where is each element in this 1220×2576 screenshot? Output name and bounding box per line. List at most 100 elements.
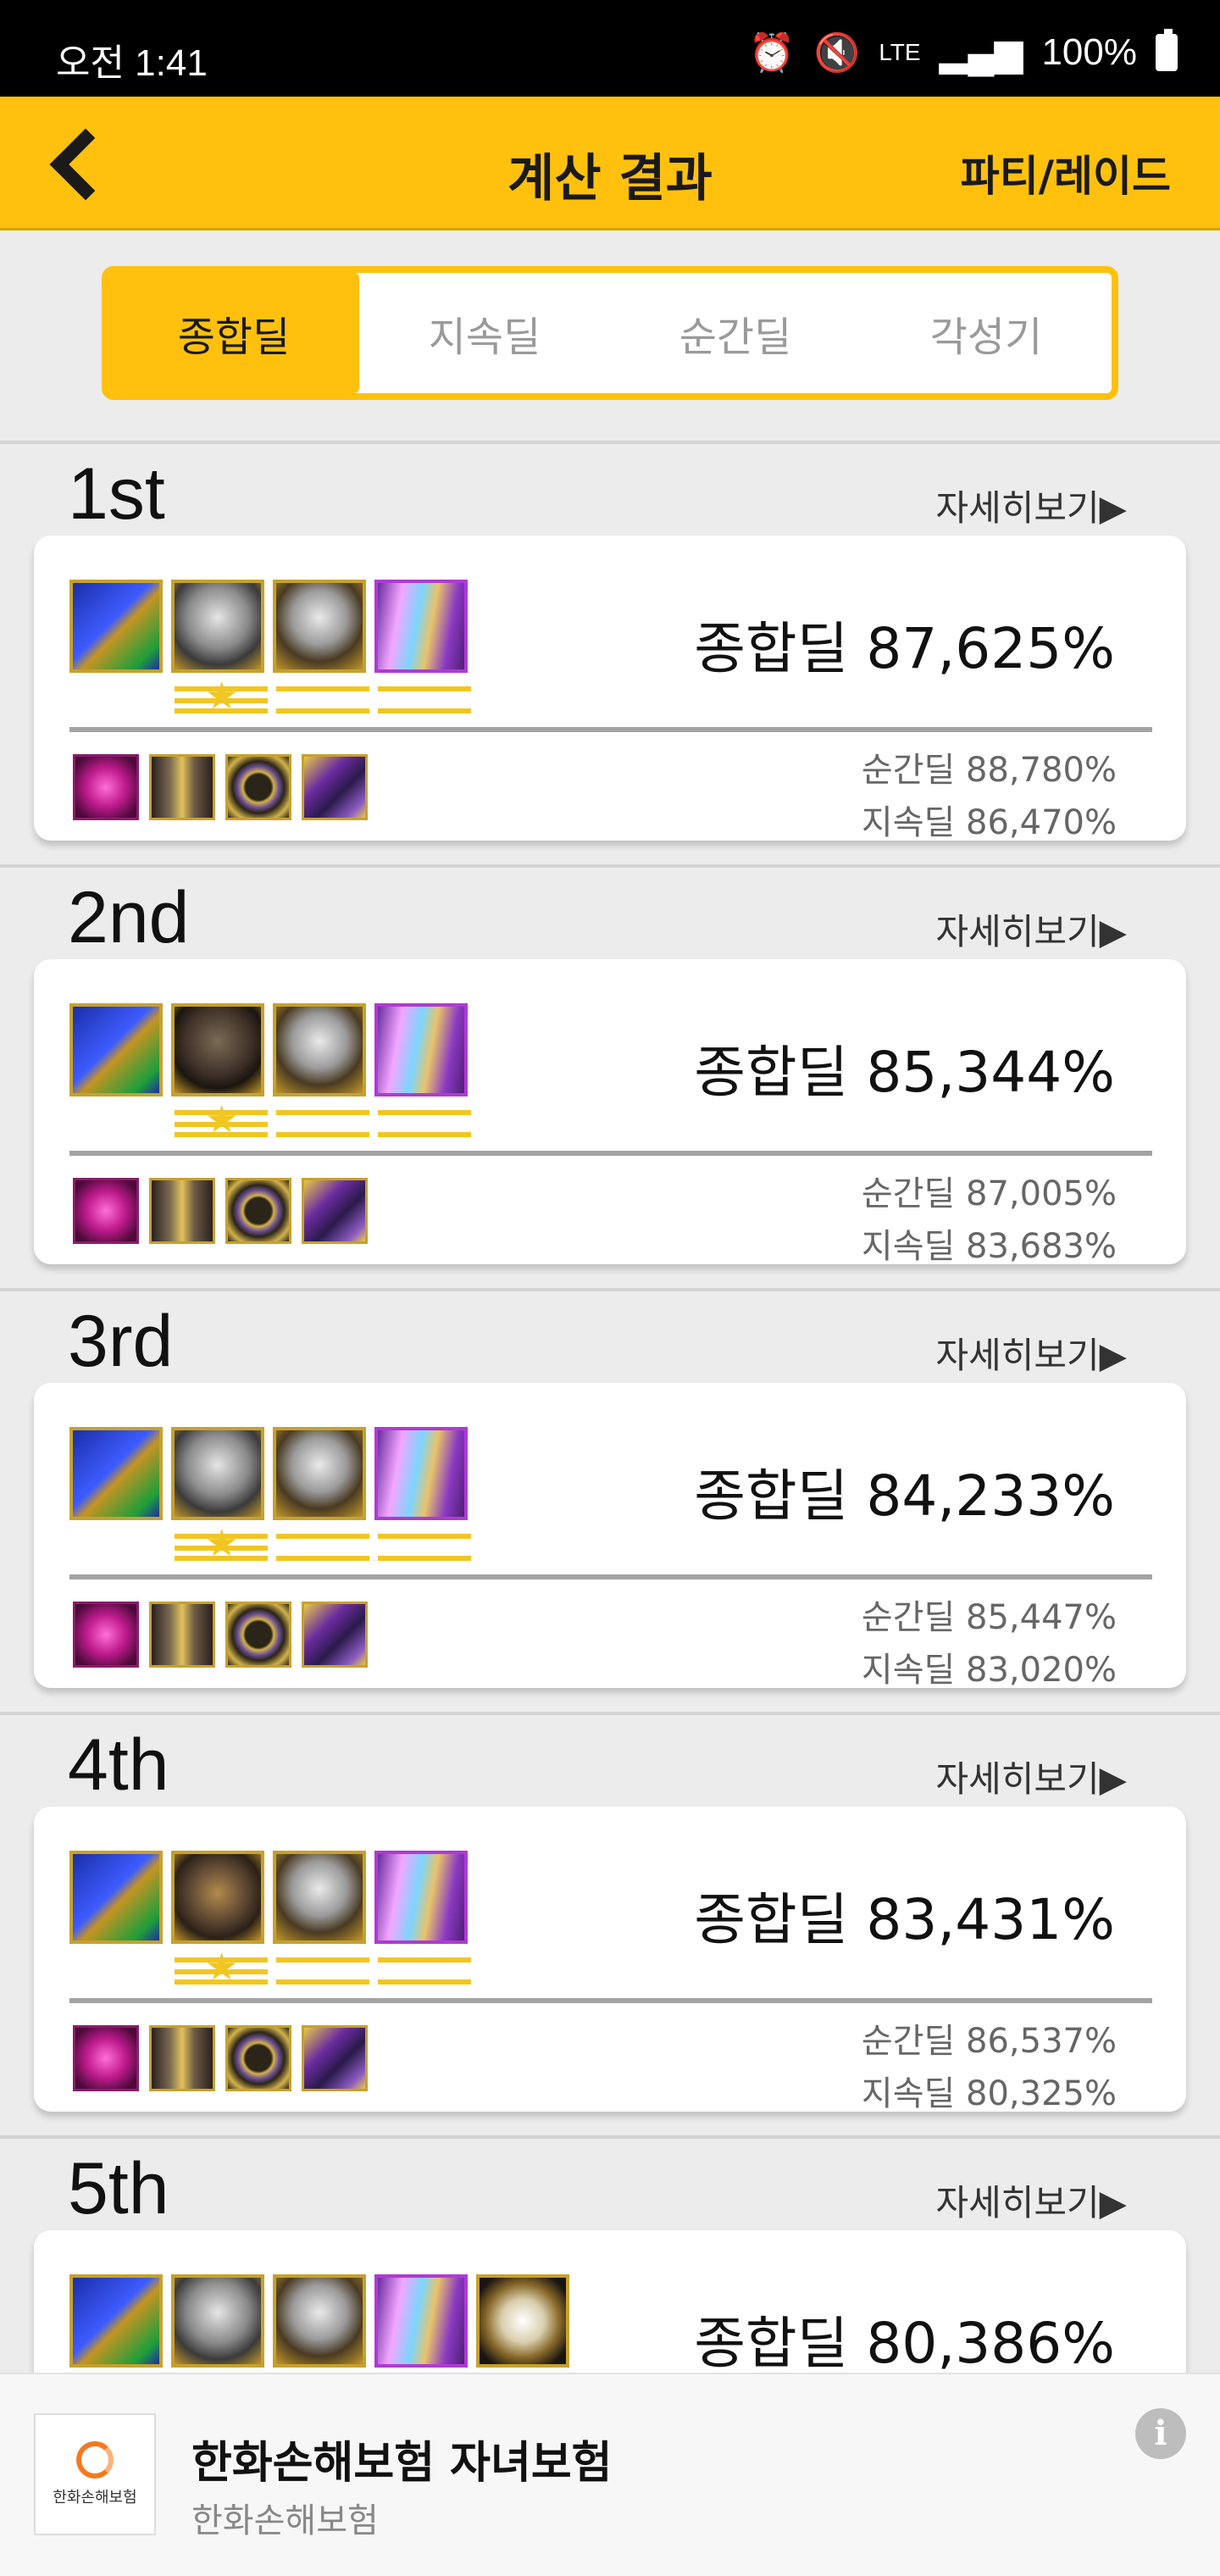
ring-icon bbox=[225, 1602, 291, 1668]
equipment-row: ★ bbox=[69, 580, 471, 715]
rank-label: 3rd bbox=[68, 1301, 174, 1382]
logo-mark-icon bbox=[76, 2441, 114, 2479]
cape-icon bbox=[374, 1851, 471, 1985]
accessory-row bbox=[73, 2025, 368, 2091]
sustained-deal-value: 지속딜 86,470% bbox=[861, 803, 1117, 842]
shoulder-icon bbox=[302, 1602, 368, 1668]
detail-link[interactable]: 자세히보기▶ bbox=[935, 1751, 1127, 1802]
shoulder-icon bbox=[302, 1178, 368, 1244]
armor-icon bbox=[171, 2274, 264, 2368]
rank-label: 1st bbox=[68, 453, 165, 535]
tab-awakening[interactable]: 각성기 bbox=[861, 273, 1112, 393]
ring-icon bbox=[225, 1178, 291, 1244]
signal-icon: ▂▄▆ bbox=[939, 31, 1023, 74]
total-deal-value: 종합딜 84,233% bbox=[694, 1463, 1115, 1529]
network-label: LTE bbox=[879, 39, 921, 65]
upgrade-star-indicator: ★ bbox=[175, 1949, 268, 1986]
info-icon[interactable]: i bbox=[1135, 2408, 1186, 2459]
burst-deal-value: 순간딜 85,447% bbox=[861, 1598, 1117, 1637]
section-divider bbox=[0, 864, 1220, 868]
battery-icon bbox=[1156, 29, 1178, 71]
armor-icon: ★ bbox=[171, 1427, 268, 1563]
ring-icon bbox=[225, 2025, 291, 2091]
rank-label: 2nd bbox=[68, 877, 190, 958]
equipment-row: ★ bbox=[69, 1427, 471, 1563]
gem-icon bbox=[73, 754, 139, 820]
tab-total-deal[interactable]: 종합딜 bbox=[108, 273, 359, 393]
cape-icon bbox=[374, 580, 471, 713]
helmet-icon bbox=[273, 1851, 369, 1985]
upgrade-indicator bbox=[378, 1530, 471, 1561]
ad-banner[interactable]: 한화손해보험 한화손해보험 자녀보험 한화손해보험 i bbox=[0, 2373, 1220, 2576]
battery-percent: 100% bbox=[1041, 31, 1137, 73]
rank-label: 5th bbox=[68, 2148, 169, 2229]
burst-deal-value: 순간딜 88,780% bbox=[861, 751, 1117, 790]
armor-icon: ★ bbox=[171, 1851, 268, 1986]
section-divider bbox=[0, 2135, 1220, 2139]
weapon-icon bbox=[69, 1003, 163, 1096]
accessory-row bbox=[73, 1602, 368, 1668]
advertiser-logo: 한화손해보험 bbox=[34, 2413, 156, 2535]
helmet-icon bbox=[273, 1427, 369, 1561]
detail-link[interactable]: 자세히보기▶ bbox=[935, 2174, 1127, 2226]
upgrade-indicator bbox=[276, 1530, 369, 1561]
weapon-icon bbox=[69, 580, 163, 673]
ad-subtitle: 한화손해보험 bbox=[191, 2501, 379, 2540]
upgrade-indicator bbox=[276, 683, 369, 713]
mute-icon: 🔇 bbox=[813, 32, 861, 74]
burst-deal-value: 순간딜 87,005% bbox=[861, 1174, 1117, 1213]
cape-icon bbox=[374, 1427, 471, 1561]
shoulder-icon bbox=[302, 2025, 368, 2091]
weapon-icon bbox=[69, 1851, 163, 1944]
gem-icon bbox=[73, 1602, 139, 1668]
card-divider bbox=[69, 727, 1152, 732]
equipment-row: ★ bbox=[69, 1851, 471, 1986]
tab-bar: 종합딜 지속딜 순간딜 각성기 bbox=[102, 266, 1118, 400]
equipment-row: ★ bbox=[69, 1003, 471, 1139]
result-card[interactable]: ★ 종합딜 85,344% 순간딜 87,005% 지속딜 83,683% bbox=[34, 959, 1186, 1266]
upgrade-indicator bbox=[276, 1954, 369, 1985]
upgrade-star-indicator: ★ bbox=[175, 1525, 268, 1563]
sustained-deal-value: 지속딜 80,325% bbox=[861, 2074, 1117, 2113]
detail-link[interactable]: 자세히보기▶ bbox=[935, 1327, 1127, 1379]
tab-sustained-deal[interactable]: 지속딜 bbox=[359, 273, 610, 393]
upgrade-indicator bbox=[276, 1107, 369, 1137]
gem-icon bbox=[73, 1178, 139, 1244]
card-divider bbox=[69, 1574, 1152, 1579]
result-card[interactable]: ★ 종합딜 84,233% 순간딜 85,447% 지속딜 83,020% bbox=[34, 1383, 1186, 1690]
total-deal-value: 종합딜 87,625% bbox=[694, 616, 1115, 681]
pants-icon bbox=[149, 754, 215, 820]
party-raid-button[interactable]: 파티/레이드 bbox=[961, 142, 1171, 203]
app-bar: 계산 결과 파티/레이드 bbox=[0, 97, 1220, 230]
helmet-icon bbox=[273, 1003, 369, 1137]
tab-burst-deal[interactable]: 순간딜 bbox=[610, 273, 861, 393]
upgrade-indicator bbox=[378, 1107, 471, 1137]
rank-label: 4th bbox=[68, 1724, 169, 1806]
section-divider bbox=[0, 1712, 1220, 1715]
result-card[interactable]: ★ 종합딜 83,431% 순간딜 86,537% 지속딜 80,325% bbox=[34, 1807, 1186, 2113]
ring-icon bbox=[225, 754, 291, 820]
card-divider bbox=[69, 1151, 1152, 1156]
detail-link[interactable]: 자세히보기▶ bbox=[935, 903, 1127, 955]
accessory-row bbox=[73, 1178, 368, 1244]
weapon-icon bbox=[69, 2274, 163, 2368]
result-card[interactable]: ★ 종합딜 87,625% 순간딜 88,780% 지속딜 86,470% bbox=[34, 536, 1186, 842]
alarm-icon: ⏰ bbox=[748, 32, 796, 74]
total-deal-value: 종합딜 85,344% bbox=[694, 1040, 1115, 1105]
helmet-icon bbox=[273, 580, 369, 713]
sustained-deal-value: 지속딜 83,020% bbox=[861, 1651, 1117, 1690]
burst-deal-value: 순간딜 86,537% bbox=[861, 2022, 1117, 2061]
pants-icon bbox=[149, 2025, 215, 2091]
gem-icon bbox=[73, 2025, 139, 2091]
detail-link[interactable]: 자세히보기▶ bbox=[935, 480, 1127, 531]
weapon-icon bbox=[69, 1427, 163, 1520]
ad-title: 한화손해보험 자녀보험 bbox=[191, 2438, 613, 2489]
upgrade-star-indicator: ★ bbox=[175, 1102, 268, 1139]
helmet-icon bbox=[273, 2274, 366, 2368]
boots-icon bbox=[476, 2274, 569, 2368]
upgrade-star-indicator: ★ bbox=[175, 678, 268, 715]
card-divider bbox=[69, 1998, 1152, 2003]
upgrade-indicator bbox=[378, 1954, 471, 1985]
upgrade-indicator bbox=[378, 683, 471, 713]
pants-icon bbox=[149, 1178, 215, 1244]
